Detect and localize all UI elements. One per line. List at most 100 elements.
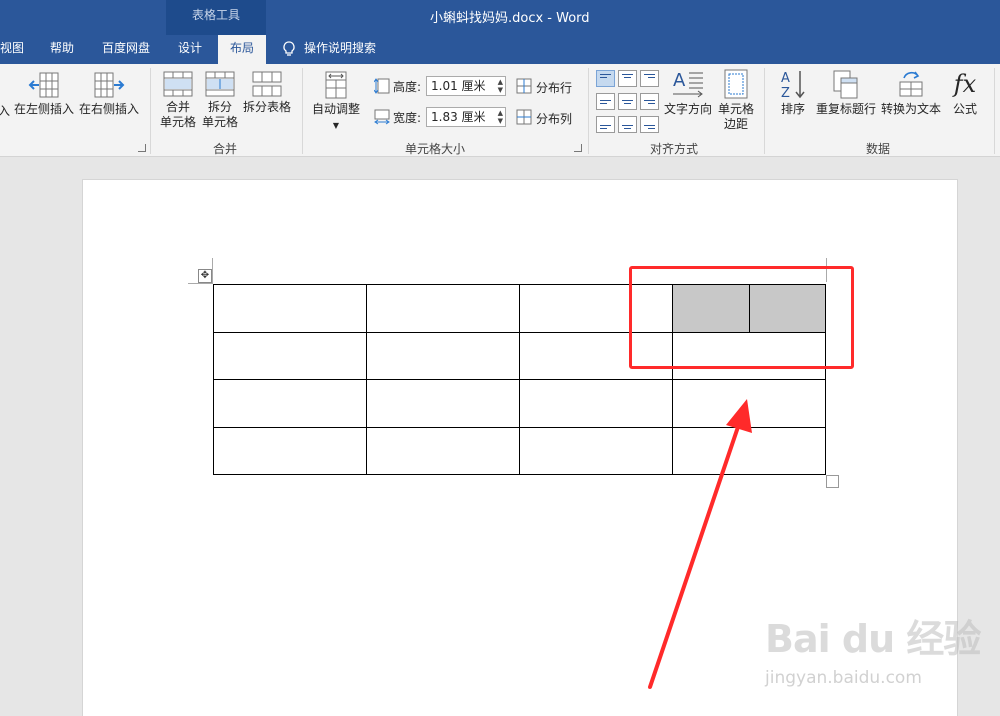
group-separator [302,68,303,154]
spinner-arrows-icon[interactable]: ▲ ▼ [498,78,503,94]
distribute-columns-button[interactable]: 分布列 [536,110,572,127]
table-cell[interactable] [213,331,367,380]
repeat-header-rows-button[interactable]: 重复标题行 [815,68,877,117]
insert-right-button[interactable]: 在右侧插入 [78,70,140,117]
data-group-label: 数据 [866,142,891,156]
sort-button[interactable]: AZ 排序 [776,68,810,117]
row-height-icon [374,78,390,94]
group-separator [150,68,151,154]
autofit-button[interactable]: 自动调整 ▼ [310,70,362,133]
lightbulb-icon [283,40,295,56]
merge-group-label: 合并 [213,142,238,156]
formula-label: 公式 [952,102,977,116]
insert-right-label: 在右侧插入 [78,102,139,116]
split-cells-button[interactable]: 拆分 单元格 [200,70,240,130]
align-bottom-center-button[interactable] [618,116,637,133]
insert-below-button[interactable]: 入 [0,104,10,119]
insert-left-icon [28,72,59,98]
distribute-rows-button[interactable]: 分布行 [536,79,572,96]
table-cell[interactable] [366,379,520,428]
table-resize-handle[interactable] [826,475,839,488]
svg-text:Z: Z [781,86,790,100]
autofit-dropdown-icon: ▼ [332,121,340,130]
split-cells-icon [205,71,235,97]
split-cells-label-2: 单元格 [201,115,238,129]
align-bottom-left-button[interactable] [596,116,615,133]
row-height-value: 1.01 厘米 [431,79,486,93]
split-table-button[interactable]: 拆分表格 [242,70,292,115]
align-top-right-button[interactable] [640,70,659,87]
repeat-header-label: 重复标题行 [815,102,876,116]
distribute-columns-icon [516,109,532,125]
ribbon-tabs: 视图 帮助 百度网盘 设计 布局 操作说明搜索 [0,35,1000,64]
text-direction-icon: A [673,70,703,98]
merge-cells-label-2: 单元格 [159,115,196,129]
tab-baidu-netdisk[interactable]: 百度网盘 [96,35,156,64]
convert-to-text-button[interactable]: 转换为文本 [880,68,942,117]
group-separator [994,68,995,154]
red-arrow-annotation [648,399,752,689]
spinner-arrows-icon[interactable]: ▲ ▼ [498,109,503,125]
split-cells-label-1: 拆分 [207,100,232,114]
text-direction-button[interactable]: A 文字方向 [662,68,714,117]
table-cell[interactable] [213,284,367,333]
merge-cells-label-1: 合并 [165,100,190,114]
row-height-label: 高度: [393,80,422,94]
tell-me-search[interactable]: 操作说明搜索 [282,35,376,64]
formula-icon: fx [953,70,977,98]
insert-below-label: 入 [0,104,11,118]
column-width-value: 1.83 厘米 [431,110,486,124]
align-top-center-button[interactable] [618,70,637,87]
autofit-icon [325,71,347,99]
merge-cells-button[interactable]: 合并 单元格 [158,70,198,130]
split-table-icon [252,71,282,97]
table-cell[interactable] [213,379,367,428]
column-width-label: 宽度: [393,111,422,125]
tab-view[interactable]: 视图 [0,35,26,64]
cell-size-group-label: 单元格大小 [405,142,466,156]
cell-margins-label-1: 单元格 [717,102,754,116]
tab-help[interactable]: 帮助 [44,35,80,64]
highlight-box-annotation [629,266,854,369]
column-width-input[interactable]: 1.83 厘米 ▲ ▼ [426,107,506,127]
table-cell[interactable] [366,426,520,475]
group-separator [588,68,589,154]
table-cell[interactable] [366,331,520,380]
convert-to-text-icon [899,71,923,97]
table-move-handle-icon[interactable]: ✥ [198,269,212,283]
watermark-url: jingyan.baidu.com [765,668,922,688]
cell-size-launcher-icon[interactable] [574,144,582,152]
svg-text:A: A [673,70,686,91]
document-title: 小蝌蚪找妈妈.docx - Word [430,11,590,26]
table-tools-label: 表格工具 [166,0,266,35]
align-middle-center-button[interactable] [618,93,637,110]
tab-design[interactable]: 设计 [172,35,208,64]
insert-left-button[interactable]: 在左侧插入 [12,70,76,117]
align-bottom-right-button[interactable] [640,116,659,133]
tab-layout[interactable]: 布局 [218,35,266,64]
table-corner-mark [212,258,213,284]
svg-text:A: A [781,71,790,86]
autofit-label: 自动调整 [311,102,360,116]
text-direction-label: 文字方向 [663,102,712,116]
ribbon-layout: 入 在左侧插入 在右侧插入 合并 单元格 拆分 单元格 拆分表格 合并 自动调整… [0,64,1000,157]
cell-margins-button[interactable]: 单元格 边距 [714,68,758,132]
align-middle-left-button[interactable] [596,93,615,110]
align-middle-right-button[interactable] [640,93,659,110]
cell-margins-icon [724,69,748,99]
column-width-icon [374,109,390,125]
align-top-left-button[interactable] [596,70,615,87]
sort-icon: AZ [781,71,805,100]
baidu-jingyan-watermark: Bai du 经验 jingyan.baidu.com [765,608,981,698]
table-cell[interactable] [213,426,367,475]
row-height-input[interactable]: 1.01 厘米 ▲ ▼ [426,76,506,96]
merge-cells-icon [163,71,193,97]
split-table-label: 拆分表格 [242,100,291,114]
rows-cols-launcher-icon[interactable] [138,144,146,152]
group-separator [764,68,765,154]
sort-label: 排序 [780,102,805,116]
table-cell[interactable] [366,284,520,333]
convert-to-text-label: 转换为文本 [880,102,941,116]
formula-button[interactable]: fx 公式 [946,68,984,117]
distribute-rows-icon [516,78,532,94]
